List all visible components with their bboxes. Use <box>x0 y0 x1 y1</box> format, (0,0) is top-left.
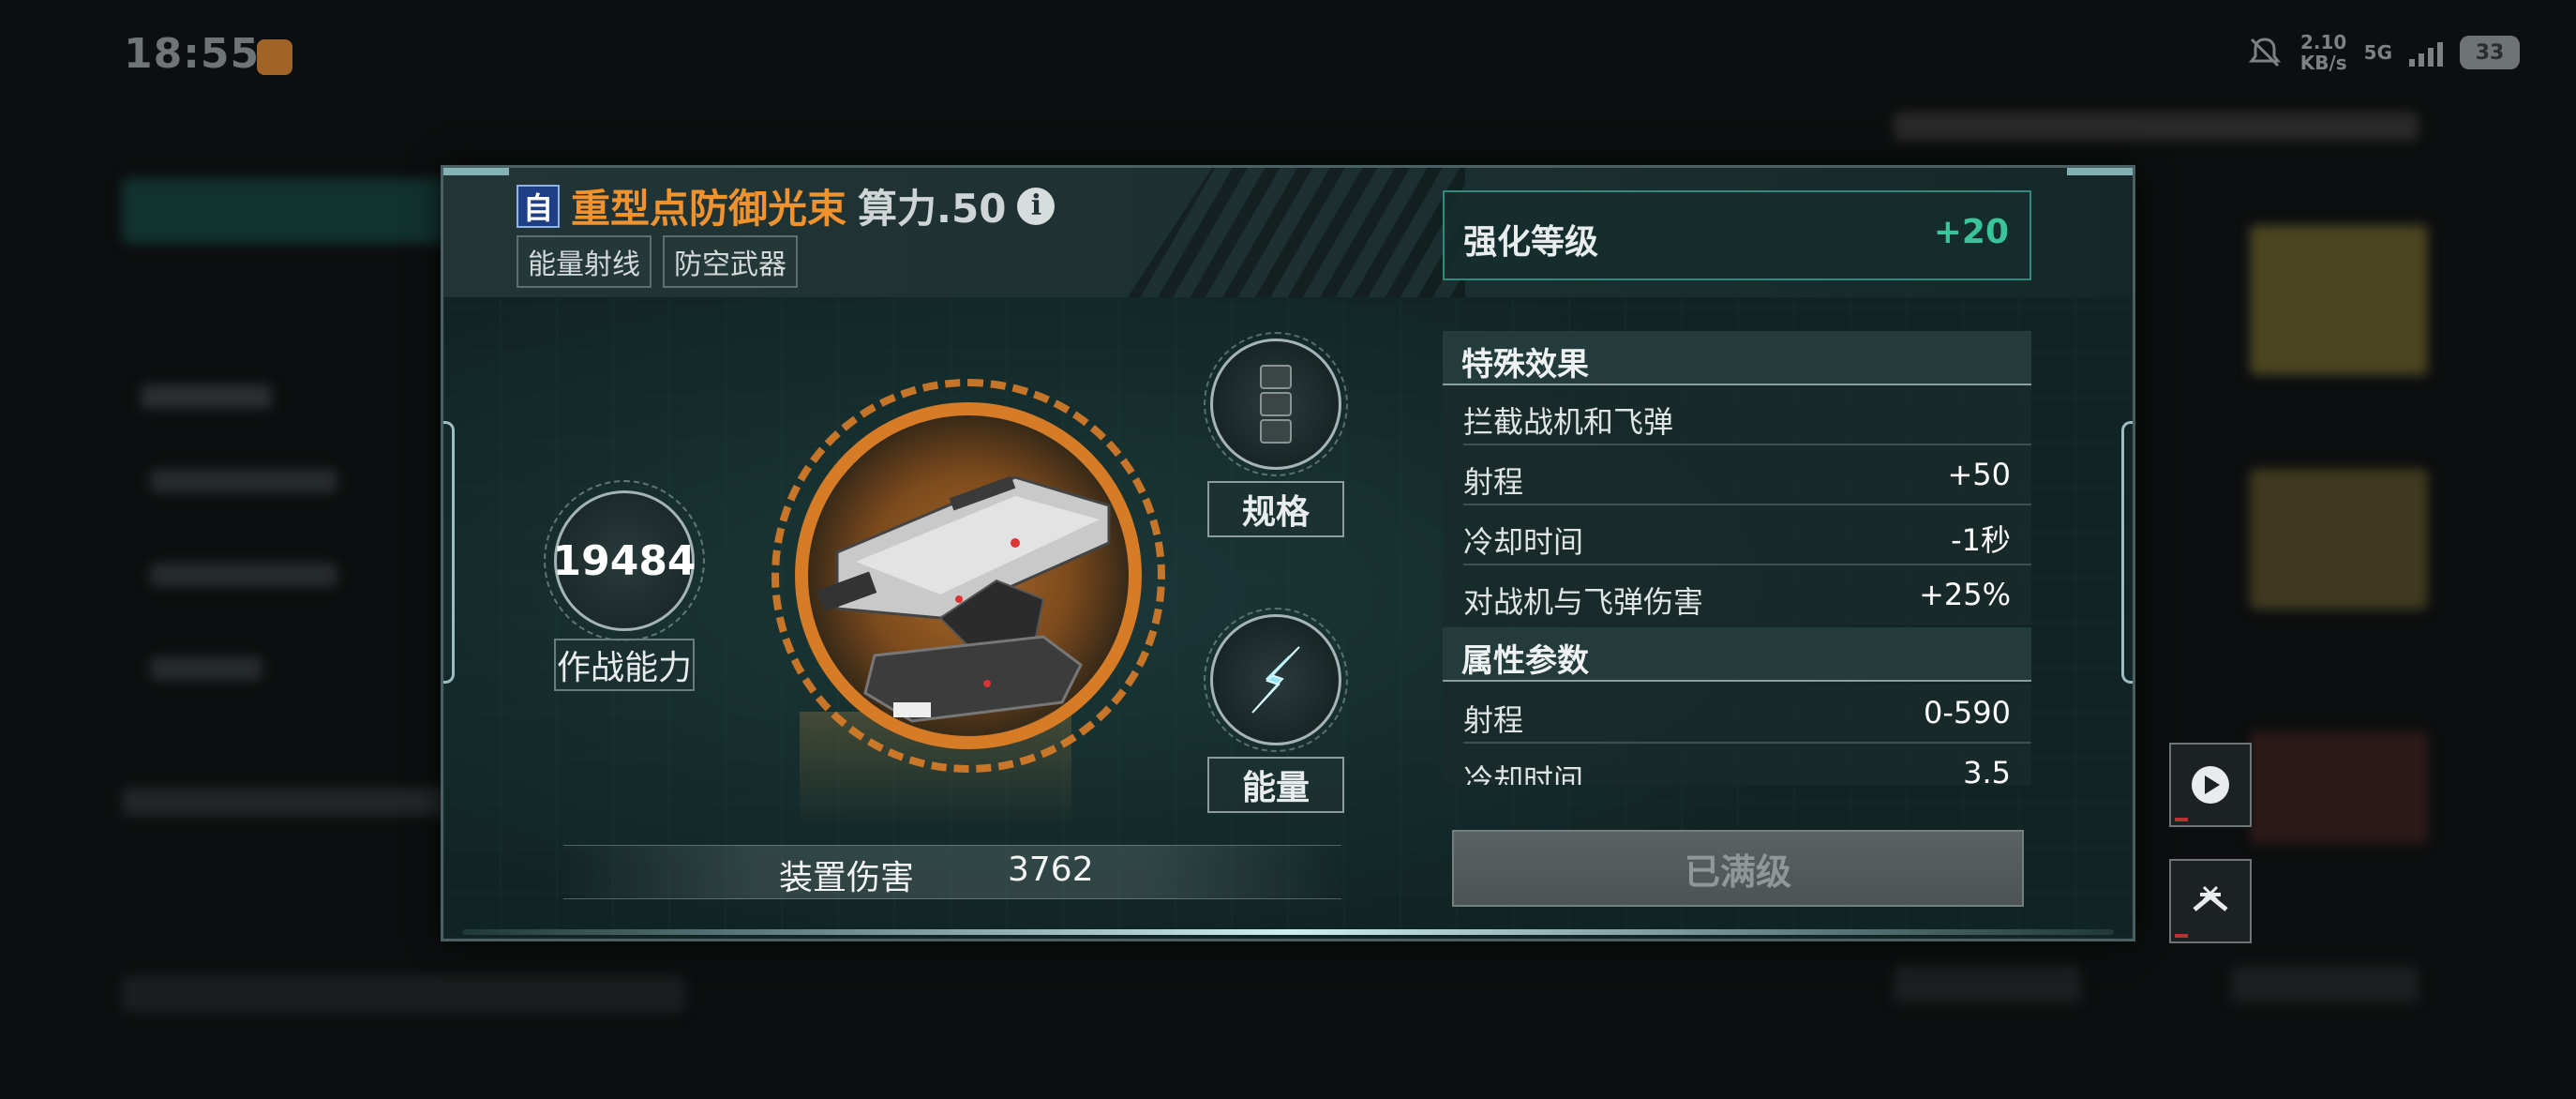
info-icon[interactable]: i <box>1017 187 1056 225</box>
list-item: 射程 +50 <box>1443 445 2031 505</box>
device-damage-value: 3762 <box>1008 851 1094 889</box>
right-edge-decor <box>2121 421 2133 684</box>
special-effects-title: 特殊效果 <box>1461 346 1589 384</box>
weapon-name: 重型点防御光束 <box>571 186 847 232</box>
combat-power-label: 作战能力 <box>554 639 695 691</box>
combat-power-circle: 19484 <box>544 480 705 641</box>
corner-decor <box>2067 168 2133 175</box>
collapse-button[interactable] <box>2169 859 2252 943</box>
list-item: 冷却时间 -1秒 <box>1443 505 2031 565</box>
enhance-level-label: 强化等级 <box>1463 223 1599 262</box>
red-indicator <box>2175 818 2188 821</box>
enhance-level-box: 强化等级 +20 <box>1443 190 2031 280</box>
special-effects-header: 特殊效果 <box>1443 331 2031 385</box>
title-row: 自 重型点防御光束 算力.50 i <box>517 177 1056 234</box>
attributes-title: 属性参数 <box>1461 642 1589 680</box>
play-icon <box>2192 766 2229 804</box>
chevron-collapse-icon <box>2193 885 2228 911</box>
compute-power: 算力.50 <box>858 186 1007 232</box>
maxed-level-label: 已满级 <box>1684 851 1791 893</box>
maxed-level-button[interactable]: 已满级 <box>1452 830 2024 907</box>
weapon-detail-dialog: 自 重型点防御光束 算力.50 i 能量射线 防空武器 19484 作战能力 规… <box>441 165 2135 941</box>
energy-label[interactable]: 能量 <box>1207 757 1344 813</box>
battery-icon: 33 <box>2460 36 2520 69</box>
network-speed: 2.10 KB/s <box>2299 31 2347 74</box>
play-button[interactable] <box>2169 743 2252 827</box>
signal-icon <box>2409 38 2443 67</box>
list-item: 射程 0-590 <box>1443 684 2031 744</box>
device-damage-bar <box>563 845 1341 899</box>
corner-decor <box>443 168 509 175</box>
network-type: 5G <box>2363 41 2392 64</box>
tag-anti-air: 防空武器 <box>663 235 798 288</box>
energy-bolt-icon <box>1251 646 1300 714</box>
red-indicator <box>2175 934 2188 938</box>
combat-power-value: 19484 <box>552 536 696 585</box>
spec-label[interactable]: 规格 <box>1207 481 1344 537</box>
enhance-level-value: +20 <box>1933 213 2009 251</box>
device-damage-label: 装置伤害 <box>779 859 915 897</box>
weapon-turret-image <box>816 475 1111 723</box>
weapon-tags: 能量射线 防空武器 <box>517 235 798 288</box>
list-item: 对战机与飞弹伤害 +25% <box>1443 565 2031 625</box>
bell-off-icon <box>2248 38 2281 68</box>
app-notification-icon <box>257 39 292 75</box>
energy-button[interactable] <box>1204 608 1348 752</box>
module-slots-icon <box>1260 365 1292 444</box>
attributes-header: 属性参数 <box>1443 627 2031 682</box>
left-edge-decor <box>443 421 455 684</box>
status-bar: 18:55 2.10 KB/s 5G 33 <box>0 0 2576 113</box>
list-item: 冷却时间 3.5 <box>1443 744 2031 785</box>
list-item: 拦截战机和飞弹 <box>1443 385 2031 445</box>
auto-badge: 自 <box>517 184 560 228</box>
spec-button[interactable] <box>1204 332 1348 476</box>
status-time: 18:55 <box>124 30 261 78</box>
tag-energy-beam: 能量射线 <box>517 235 651 288</box>
status-right-group: 2.10 KB/s 5G 33 <box>2246 32 2520 73</box>
bottom-glow <box>462 929 2114 935</box>
